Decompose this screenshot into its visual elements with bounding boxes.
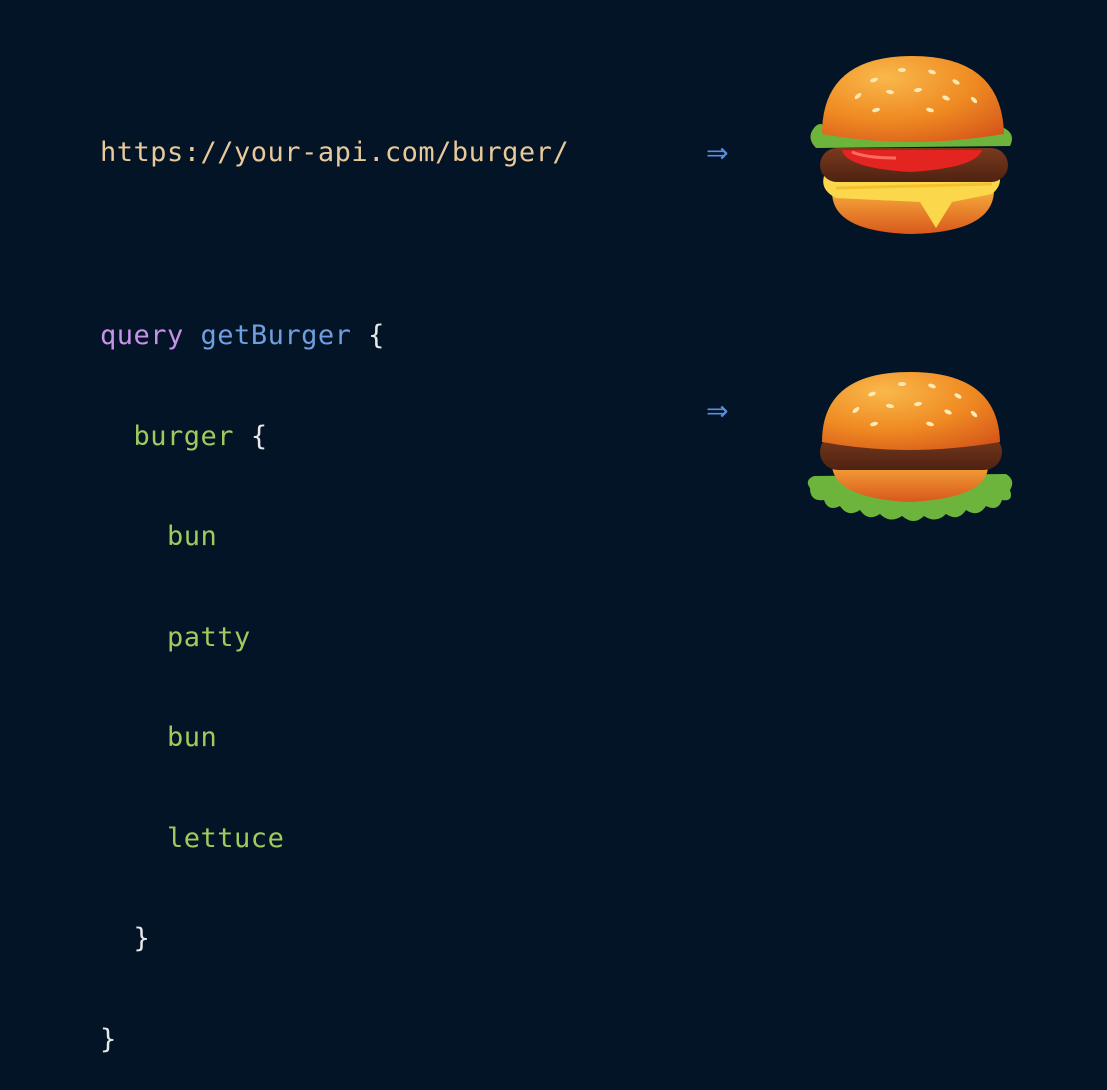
rest-url-text: https://your-api.com/burger/ — [100, 137, 570, 168]
graphql-arrow-icon: ⇒ — [706, 396, 729, 427]
graphql-query-block: query getBurger { burger { bun patty bun… — [100, 255, 385, 1090]
close-brace: } — [100, 1023, 117, 1055]
field-line: bun — [100, 518, 385, 557]
query-header-line: query getBurger { — [100, 317, 385, 356]
field-line: bun — [100, 719, 385, 758]
cheeseburger-icon — [810, 56, 1012, 234]
operation-name: getBurger — [200, 320, 352, 351]
rest-arrow-icon: ⇒ — [706, 138, 729, 169]
query-keyword: query — [100, 320, 184, 351]
close-brace: } — [133, 923, 151, 954]
close-brace-line: } — [100, 1021, 385, 1060]
upside-down-burger-icon — [807, 372, 1013, 521]
field-bun: bun — [167, 521, 218, 552]
open-brace: { — [250, 420, 268, 452]
root-field-line: burger { — [100, 418, 385, 457]
field-bun: bun — [167, 722, 218, 753]
root-field: burger — [133, 420, 235, 452]
field-patty: patty — [167, 621, 251, 653]
field-lettuce: lettuce — [167, 822, 285, 854]
field-line: lettuce — [100, 820, 385, 859]
close-brace-line: } — [100, 920, 385, 959]
field-line: patty — [100, 619, 385, 658]
open-brace: { — [368, 320, 385, 351]
